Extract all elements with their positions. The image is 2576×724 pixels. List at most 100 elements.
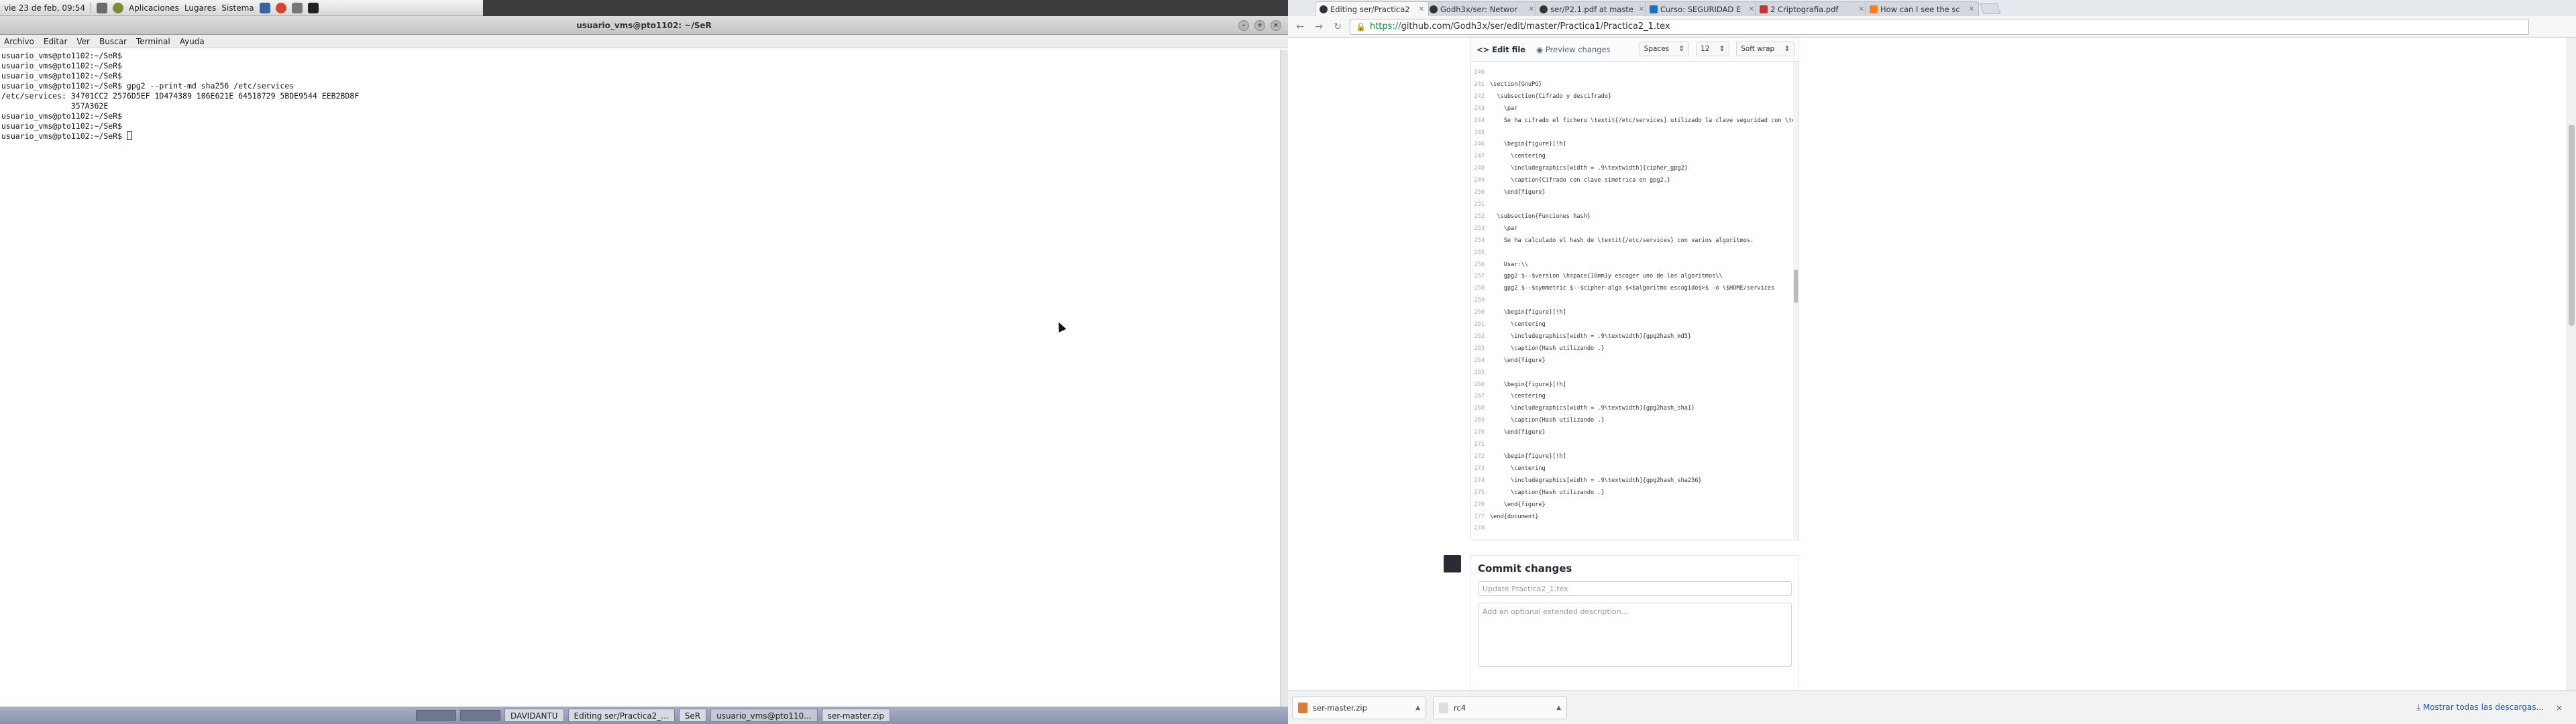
scrollbar-thumb[interactable] xyxy=(2569,125,2575,326)
code-line[interactable]: 267 \centering xyxy=(1471,391,1799,403)
close-icon[interactable]: × xyxy=(1419,5,1424,13)
code-line[interactable]: 241 \section{GnuPG} xyxy=(1471,79,1799,91)
menu-editar[interactable]: Editar xyxy=(44,37,68,46)
indent-size-select[interactable]: 12 ⇕ xyxy=(1695,42,1730,56)
terminal-output[interactable]: usuario_vms@pto1102:~/SeR$ usuario_vms@pt… xyxy=(0,50,1280,707)
close-icon[interactable]: × xyxy=(1271,20,1281,31)
wrench-icon[interactable] xyxy=(96,2,107,13)
reload-icon[interactable]: ↻ xyxy=(1331,20,1344,34)
code-line[interactable]: 242 \subsection{Cifrado y descifrado} xyxy=(1471,91,1799,103)
commit-summary-input[interactable]: Update Practica2_1.tex xyxy=(1478,581,1792,596)
terminal-scrollbar[interactable] xyxy=(1280,50,1288,707)
code-line[interactable]: 245 xyxy=(1471,127,1799,139)
tab-edit-file[interactable]: <> Edit file xyxy=(1477,45,1525,54)
terminal-launcher-icon[interactable] xyxy=(307,2,319,13)
menu-terminal[interactable]: Terminal xyxy=(136,37,170,46)
address-bar[interactable]: 🔒 https://github.com/Godh3x/ser/edit/mas… xyxy=(1350,18,2529,35)
taskbar-item[interactable]: usuario_vms@pto110... xyxy=(710,709,818,722)
close-icon[interactable]: × xyxy=(1859,5,1864,13)
code-line[interactable]: 270 \end{figure} xyxy=(1471,427,1799,439)
indent-mode-select[interactable]: Spaces ⇕ xyxy=(1639,42,1689,56)
forward-icon[interactable]: → xyxy=(1312,20,1326,34)
browser-tab[interactable]: 2 Criptografia.pdf × xyxy=(1755,1,1869,16)
gnome-foot-icon[interactable] xyxy=(112,2,123,13)
code-line[interactable]: 261 \centering xyxy=(1471,319,1799,331)
code-line[interactable]: 277 \end{document} xyxy=(1471,511,1799,524)
avatar[interactable] xyxy=(1444,555,1461,572)
menu-applications[interactable]: Aplicaciones xyxy=(129,3,179,13)
close-icon[interactable]: × xyxy=(1749,5,1754,13)
menu-ver[interactable]: Ver xyxy=(76,37,90,46)
code-line[interactable]: 268 \includegraphics[width = .9\textwidt… xyxy=(1471,403,1799,415)
code-line[interactable]: 260 \begin{figure}[!h] xyxy=(1471,307,1799,319)
taskbar-item[interactable]: ser-master.zip xyxy=(821,709,890,722)
menu-buscar[interactable]: Buscar xyxy=(99,37,127,46)
code-line[interactable]: 266 \begin{figure}[!h] xyxy=(1471,379,1799,391)
browser-tab[interactable]: Curso: SEGURIDAD E × xyxy=(1645,1,1759,16)
code-line[interactable]: 247 \centering xyxy=(1471,151,1799,163)
code-line[interactable]: 254 Se ha calculado el hash de \textit{/… xyxy=(1471,235,1799,247)
code-line[interactable]: 278 xyxy=(1471,523,1799,535)
download-item[interactable]: ser-master.zip ▲ xyxy=(1292,696,1426,719)
settings-icon[interactable] xyxy=(291,2,303,13)
code-line[interactable]: 252 \subsection{Funciones hash} xyxy=(1471,211,1799,223)
close-icon[interactable]: × xyxy=(1529,5,1534,13)
code-line[interactable]: 263 \caption{Hash utilizando .} xyxy=(1471,343,1799,355)
code-line[interactable]: 246 \begin{figure}[!h] xyxy=(1471,139,1799,151)
code-line[interactable]: 253 \par xyxy=(1471,223,1799,235)
close-icon[interactable]: × xyxy=(1969,5,1974,13)
code-area[interactable]: 240 241 \section{GnuPG} 242 \subsection{Cif… xyxy=(1471,67,1799,536)
code-line[interactable]: 244 Se ha cifrado el fichero \textit{/et… xyxy=(1471,115,1799,127)
code-line[interactable]: 240 xyxy=(1471,67,1799,79)
code-line[interactable]: 257 gpg2 $--$version \hspace{10mm}y esco… xyxy=(1471,271,1799,283)
close-icon[interactable]: × xyxy=(1639,5,1644,13)
code-line[interactable]: 262 \includegraphics[width = .9\textwidt… xyxy=(1471,331,1799,343)
taskbar-item[interactable]: DAVIDANTU xyxy=(504,709,564,722)
code-line[interactable]: 251 xyxy=(1471,199,1799,211)
chevron-up-icon[interactable]: ▲ xyxy=(1415,705,1420,711)
code-line[interactable]: 264 \end{figure} xyxy=(1471,355,1799,367)
scrollbar-thumb[interactable] xyxy=(1794,269,1798,303)
wrap-mode-select[interactable]: Soft wrap ⇕ xyxy=(1736,42,1794,56)
minimize-icon[interactable]: – xyxy=(1238,20,1249,31)
code-line[interactable]: 258 gpg2 $--$symmetric $--$cipher-algo $… xyxy=(1471,283,1799,295)
code-line[interactable]: 250 \end{figure} xyxy=(1471,187,1799,199)
workspace-switcher[interactable] xyxy=(416,710,456,721)
chrome-icon[interactable] xyxy=(275,2,286,13)
menu-places[interactable]: Lugares xyxy=(184,3,216,13)
code-line[interactable]: 265 xyxy=(1471,367,1799,379)
page-scrollbar[interactable] xyxy=(2567,38,2576,690)
browser-tab[interactable]: Godh3x/ser: Networ × xyxy=(1425,1,1539,16)
code-line[interactable]: 272 \begin{figure}[!h] xyxy=(1471,451,1799,463)
tab-preview-changes[interactable]: ◉ Preview changes xyxy=(1536,45,1610,54)
browser-tab[interactable]: How can I see the sc × xyxy=(1865,1,1979,16)
code-line[interactable]: 259 xyxy=(1471,295,1799,307)
code-line[interactable]: 276 \end{figure} xyxy=(1471,499,1799,511)
menu-archivo[interactable]: Archivo xyxy=(4,37,34,46)
code-line[interactable]: 248 \includegraphics[width = .9\textwidt… xyxy=(1471,163,1799,175)
editor-scrollbar[interactable] xyxy=(1793,62,1799,539)
menu-ayuda[interactable]: Ayuda xyxy=(180,37,205,46)
browser-tab[interactable]: ser/P2.1.pdf at maste × xyxy=(1535,1,1649,16)
maximize-icon[interactable]: + xyxy=(1254,20,1265,31)
close-icon[interactable]: × xyxy=(2556,703,2563,713)
chevron-up-icon[interactable]: ▲ xyxy=(1556,705,1561,711)
code-line[interactable]: 249 \caption{Cifrado con clave simetrica… xyxy=(1471,175,1799,187)
taskbar-item[interactable]: Editing ser/Practica2_... xyxy=(568,709,675,722)
launcher-icon[interactable] xyxy=(259,2,270,13)
code-line[interactable]: 255 xyxy=(1471,247,1799,259)
panel-datetime[interactable]: vie 23 de feb, 09:54 xyxy=(4,3,85,13)
terminal-titlebar[interactable]: usuario_vms@pto1102: ~/SeR – + × xyxy=(0,16,1288,35)
code-line[interactable]: 273 \centering xyxy=(1471,463,1799,475)
workspace-switcher[interactable] xyxy=(460,710,500,721)
new-tab-button[interactable] xyxy=(1980,3,2001,14)
code-line[interactable]: 256 Usar:\\ xyxy=(1471,259,1799,272)
code-line[interactable]: 275 \caption{Hash utilizando .} xyxy=(1471,487,1799,499)
browser-tab[interactable]: Editing ser/Practica2 × xyxy=(1315,1,1429,16)
code-line[interactable]: 271 xyxy=(1471,439,1799,451)
download-item[interactable]: rc4 ▲ xyxy=(1433,696,1567,719)
back-icon[interactable]: ← xyxy=(1293,20,1307,34)
commit-description-input[interactable]: Add an optional extended description... xyxy=(1478,603,1792,667)
taskbar-item[interactable]: SeR xyxy=(678,709,707,722)
show-all-downloads-link[interactable]: ⤓ Mostrar todas las descargas... xyxy=(2417,703,2544,713)
